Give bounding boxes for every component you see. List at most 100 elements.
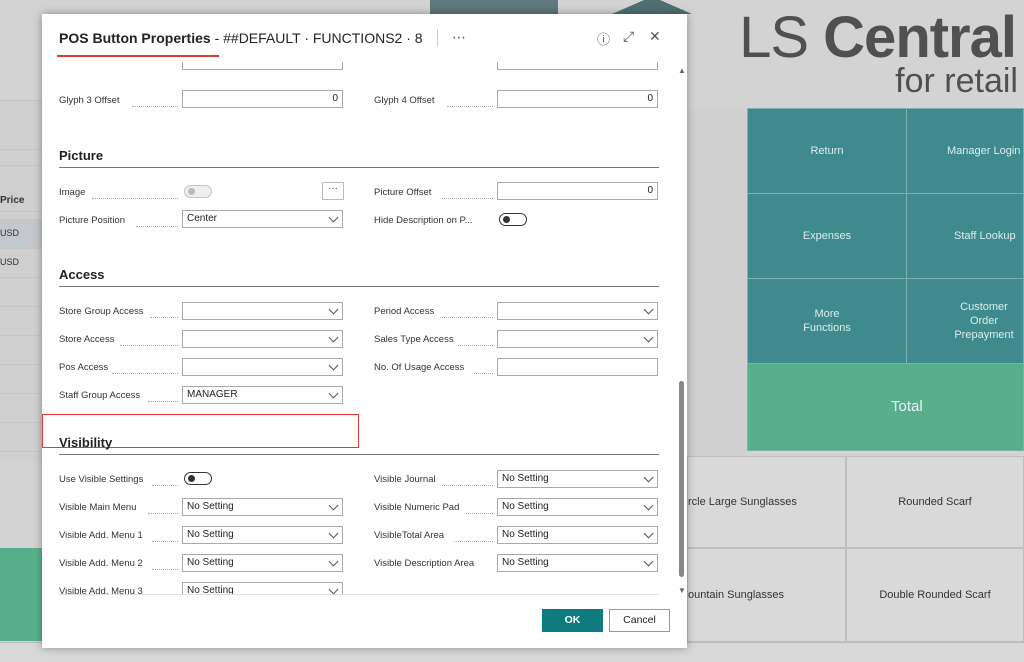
glyph-3-offset-label: Glyph 3 Offset bbox=[59, 95, 120, 106]
payment-tile[interactable] bbox=[0, 548, 42, 641]
divider bbox=[437, 29, 438, 47]
visible-description-area-select[interactable]: No Setting bbox=[497, 554, 658, 572]
expand-icon[interactable]: ⤢ bbox=[623, 28, 634, 45]
use-visible-settings-toggle[interactable] bbox=[184, 472, 212, 485]
staff-group-access-select[interactable]: MANAGER bbox=[182, 386, 343, 404]
scroll-down-icon[interactable]: ▼ bbox=[678, 586, 686, 595]
chevron-down-icon bbox=[643, 556, 654, 567]
cancel-button[interactable]: Cancel bbox=[609, 609, 670, 632]
visible-main-menu-label: Visible Main Menu bbox=[59, 502, 137, 513]
tile-more-functions[interactable]: More Functions bbox=[747, 278, 907, 364]
glyph-3-offset-field[interactable]: 0 bbox=[182, 90, 343, 108]
tile-expenses[interactable]: Expenses bbox=[747, 193, 907, 279]
tile-customer-order-prepayment[interactable]: Customer Order Prepayment bbox=[906, 278, 1024, 364]
visible-total-area-select[interactable]: No Setting bbox=[497, 526, 658, 544]
scroll-up-icon[interactable]: ▲ bbox=[678, 66, 686, 75]
glyph-4-offset-label: Glyph 4 Offset bbox=[374, 95, 435, 106]
table-row[interactable]: USD bbox=[0, 248, 42, 278]
background-panel bbox=[430, 0, 558, 14]
chevron-down-icon bbox=[328, 388, 339, 399]
glyph-4-offset-field[interactable]: 0 bbox=[497, 90, 658, 108]
chevron-down-icon bbox=[643, 500, 654, 511]
picture-offset-label: Picture Offset bbox=[374, 187, 432, 198]
section-visibility[interactable]: Visibility bbox=[59, 435, 112, 450]
staff-group-access-label: Staff Group Access bbox=[59, 390, 141, 401]
visible-numeric-pad-select[interactable]: No Setting bbox=[497, 498, 658, 516]
brand-tagline: for retail bbox=[895, 62, 1018, 100]
visible-description-area-label: Visible Description Area bbox=[374, 558, 475, 569]
pos-button-properties-dialog: POS Button Properties - ##DEFAULT · FUNC… bbox=[42, 14, 687, 648]
usage-access-field[interactable] bbox=[497, 358, 658, 376]
visible-journal-label: Visible Journal bbox=[374, 474, 436, 485]
dialog-title: POS Button Properties - ##DEFAULT · FUNC… bbox=[59, 30, 423, 46]
divider bbox=[59, 286, 659, 287]
sales-type-access-select[interactable] bbox=[497, 330, 658, 348]
visible-numeric-pad-label: Visible Numeric Pad bbox=[374, 502, 460, 513]
pos-access-select[interactable] bbox=[182, 358, 343, 376]
title-highlight-underline bbox=[57, 55, 219, 57]
period-access-label: Period Access bbox=[374, 306, 435, 317]
store-access-label: Store Access bbox=[59, 334, 115, 345]
item-tile[interactable]: Rounded Scarf bbox=[846, 456, 1024, 548]
visible-add-menu-2-label: Visible Add. Menu 2 bbox=[59, 558, 143, 569]
dialog-content[interactable]: Glyph 3 Offset 0 Glyph 4 Offset 0 Pictur… bbox=[42, 62, 687, 594]
close-icon[interactable]: ✕ bbox=[649, 28, 661, 45]
image-toggle[interactable] bbox=[184, 185, 212, 198]
chevron-down-icon bbox=[328, 212, 339, 223]
divider bbox=[59, 454, 659, 455]
background-panel bbox=[688, 108, 746, 458]
store-group-access-select[interactable] bbox=[182, 302, 343, 320]
item-tile[interactable]: Double Rounded Scarf bbox=[846, 548, 1024, 642]
section-picture[interactable]: Picture bbox=[59, 148, 103, 163]
period-access-select[interactable] bbox=[497, 302, 658, 320]
tile-manager-login[interactable]: Manager Login bbox=[906, 108, 1024, 194]
tile-total[interactable]: Total bbox=[747, 363, 1024, 451]
chevron-down-icon bbox=[643, 528, 654, 539]
brand-logo: LS Central for retail bbox=[700, 0, 1024, 108]
chevron-down-icon bbox=[328, 500, 339, 511]
store-access-select[interactable] bbox=[182, 330, 343, 348]
brand-central: Central bbox=[823, 5, 1017, 70]
hide-description-toggle[interactable] bbox=[499, 213, 527, 226]
glyph-2-offset-field[interactable] bbox=[182, 62, 343, 70]
more-options-icon[interactable]: ⋯ bbox=[452, 29, 466, 46]
item-tile[interactable]: rcle Large Sunglasses bbox=[687, 456, 846, 548]
visible-total-area-label: VisibleTotal Area bbox=[374, 530, 445, 541]
visible-add-menu-3-label: Visible Add. Menu 3 bbox=[59, 586, 143, 594]
table-row[interactable]: USD bbox=[0, 219, 42, 249]
picture-position-label: Picture Position bbox=[59, 215, 126, 226]
ls-logo-icon bbox=[612, 0, 692, 14]
tile-return[interactable]: Return bbox=[747, 108, 907, 194]
chevron-down-icon bbox=[328, 332, 339, 343]
hide-description-label: Hide Description on P... bbox=[374, 215, 473, 226]
chevron-down-icon bbox=[328, 556, 339, 567]
scrollbar-thumb[interactable] bbox=[679, 381, 684, 577]
ok-button[interactable]: OK bbox=[542, 609, 603, 632]
info-icon[interactable]: ⓘ bbox=[597, 29, 610, 48]
picture-position-select[interactable]: Center bbox=[182, 210, 343, 228]
visible-journal-select[interactable]: No Setting bbox=[497, 470, 658, 488]
glyph-1-offset-field[interactable] bbox=[497, 62, 658, 70]
vertical-scrollbar[interactable]: ▲ ▼ bbox=[678, 66, 686, 595]
visible-add-menu-1-select[interactable]: No Setting bbox=[182, 526, 343, 544]
chevron-down-icon bbox=[328, 528, 339, 539]
chevron-down-icon bbox=[328, 584, 339, 594]
store-group-access-label: Store Group Access bbox=[59, 306, 144, 317]
chevron-down-icon bbox=[328, 304, 339, 315]
image-more-button[interactable]: ··· bbox=[322, 182, 344, 200]
image-label: Image bbox=[59, 187, 86, 198]
usage-access-label: No. Of Usage Access bbox=[374, 362, 465, 373]
tile-staff-lookup[interactable]: Staff Lookup bbox=[906, 193, 1024, 279]
pos-access-label: Pos Access bbox=[59, 362, 109, 373]
divider bbox=[59, 594, 659, 595]
chevron-down-icon bbox=[643, 332, 654, 343]
visible-add-menu-1-label: Visible Add. Menu 1 bbox=[59, 530, 143, 541]
visible-add-menu-3-select[interactable]: No Setting bbox=[182, 582, 343, 594]
visible-main-menu-select[interactable]: No Setting bbox=[182, 498, 343, 516]
section-access[interactable]: Access bbox=[59, 267, 105, 282]
item-tile[interactable]: ountain Sunglasses bbox=[687, 548, 846, 642]
sales-type-access-label: Sales Type Access bbox=[374, 334, 454, 345]
visible-add-menu-2-select[interactable]: No Setting bbox=[182, 554, 343, 572]
chevron-down-icon bbox=[328, 360, 339, 371]
picture-offset-field[interactable]: 0 bbox=[497, 182, 658, 200]
